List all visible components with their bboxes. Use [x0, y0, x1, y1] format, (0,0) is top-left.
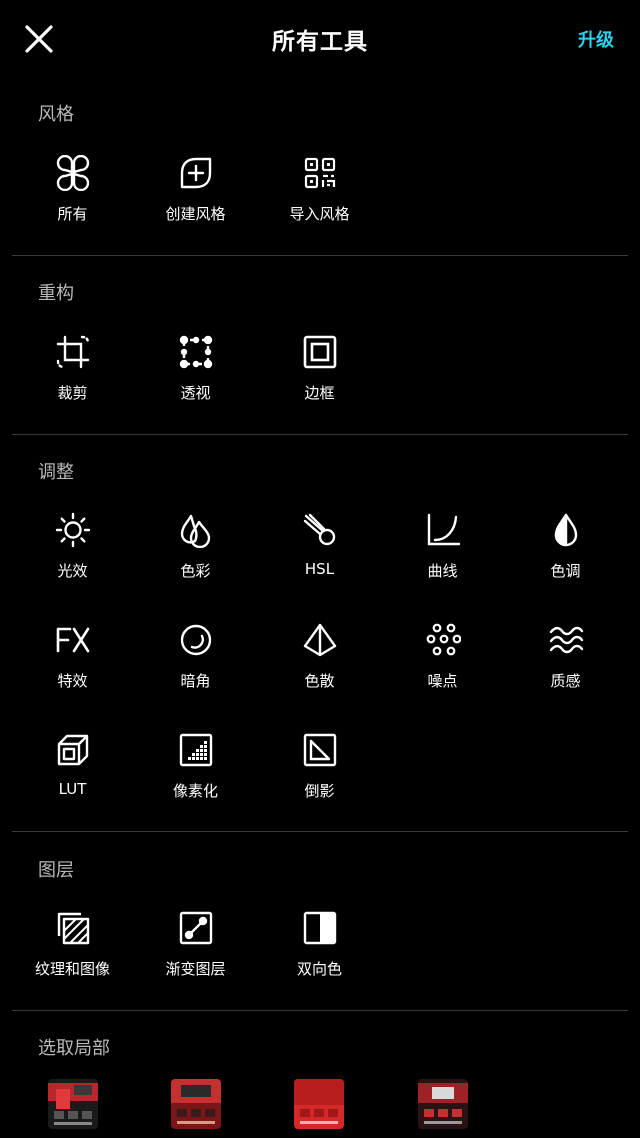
tool-label: 色散 [304, 672, 335, 690]
thumbnail-image [294, 1079, 344, 1129]
tool-texture-image[interactable]: 纹理和图像 [11, 910, 134, 990]
local-selection-thumbnail[interactable] [171, 1079, 221, 1129]
tool-hsl[interactable]: HSL [258, 512, 381, 592]
tool-pixelate[interactable]: 像素化 [134, 732, 257, 812]
pixelate-icon [178, 732, 214, 768]
tool-lut[interactable]: LUT [11, 732, 134, 812]
grain-dots-icon [425, 622, 461, 658]
sun-icon [55, 512, 91, 548]
crop-icon [55, 334, 91, 370]
tool-label: 双向色 [296, 960, 342, 978]
section-title-reconstruct: 重构 [38, 283, 74, 304]
tool-label: LUT [58, 780, 87, 798]
tool-import-style[interactable]: 导入风格 [258, 155, 381, 235]
section-divider [12, 255, 628, 256]
tool-label: 暗角 [180, 672, 211, 690]
texture-waves-icon [548, 622, 584, 658]
section-divider [12, 1010, 628, 1011]
thumbnail-image [418, 1079, 468, 1129]
tool-texture[interactable]: 质感 [504, 622, 627, 702]
tool-label: 质感 [550, 672, 581, 690]
tool-label: 色调 [550, 562, 581, 580]
tool-dispersion[interactable]: 色散 [258, 622, 381, 702]
perspective-icon [178, 334, 214, 370]
curve-icon [425, 512, 461, 548]
tool-duotone[interactable]: 双向色 [258, 910, 381, 990]
tool-label: 裁剪 [57, 384, 88, 402]
section-divider [12, 434, 628, 435]
tool-frame[interactable]: 边框 [258, 334, 381, 414]
section-title-select-local: 选取局部 [38, 1038, 110, 1059]
tool-perspective[interactable]: 透视 [134, 334, 257, 414]
frame-icon [302, 334, 338, 370]
local-selection-thumbnail[interactable] [418, 1079, 468, 1129]
tool-grain[interactable]: 噪点 [381, 622, 504, 702]
section-title-adjust: 调整 [38, 462, 74, 483]
tool-all-styles[interactable]: 所有 [11, 155, 134, 235]
tool-color[interactable]: 色彩 [134, 512, 257, 592]
tool-label: 所有 [57, 205, 88, 223]
tool-label: 光效 [57, 562, 88, 580]
tool-label: 透视 [180, 384, 211, 402]
hsl-comet-icon [302, 512, 338, 548]
tool-gradient-layer[interactable]: 渐变图层 [134, 910, 257, 990]
tool-label: 色彩 [180, 562, 211, 580]
tool-label: 曲线 [427, 562, 458, 580]
duotone-icon [302, 910, 338, 946]
thumbnail-image [48, 1079, 98, 1129]
section-title-layers: 图层 [38, 860, 74, 881]
tool-label: 噪点 [427, 672, 458, 690]
section-divider [12, 831, 628, 832]
local-selection-thumbnail[interactable] [48, 1079, 98, 1129]
tool-create-style[interactable]: 创建风格 [134, 155, 257, 235]
tool-label: 边框 [304, 384, 335, 402]
tone-drop-icon [548, 512, 584, 548]
add-style-icon [178, 155, 214, 191]
tool-reflection[interactable]: 倒影 [258, 732, 381, 812]
tool-label: 倒影 [304, 782, 335, 800]
tool-tone[interactable]: 色调 [504, 512, 627, 592]
tool-crop[interactable]: 裁剪 [11, 334, 134, 414]
upgrade-button[interactable]: 升级 [578, 26, 614, 52]
page-title: 所有工具 [272, 29, 368, 55]
local-selection-thumbnail[interactable] [294, 1079, 344, 1129]
prism-icon [302, 622, 338, 658]
tool-label: 渐变图层 [165, 960, 226, 978]
header: 所有工具 升级 [0, 0, 640, 78]
tool-label: 导入风格 [289, 205, 350, 223]
fx-icon [55, 622, 91, 658]
tool-curves[interactable]: 曲线 [381, 512, 504, 592]
gradient-layer-icon [178, 910, 214, 946]
thumbnail-image [171, 1079, 221, 1129]
tool-label: HSL [304, 560, 335, 578]
qr-code-icon [302, 155, 338, 191]
lut-cube-icon [55, 732, 91, 768]
texture-image-icon [55, 910, 91, 946]
tool-effects[interactable]: 特效 [11, 622, 134, 702]
tool-label: 纹理和图像 [34, 960, 110, 978]
vignette-icon [178, 622, 214, 658]
tool-label: 特效 [57, 672, 88, 690]
four-petal-grid-icon [55, 155, 91, 191]
tool-vignette[interactable]: 暗角 [134, 622, 257, 702]
tool-label: 像素化 [172, 782, 218, 800]
color-drops-icon [178, 512, 214, 548]
tool-light[interactable]: 光效 [11, 512, 134, 592]
reflection-icon [302, 732, 338, 768]
tool-label: 创建风格 [165, 205, 226, 223]
section-title-style: 风格 [38, 104, 74, 125]
